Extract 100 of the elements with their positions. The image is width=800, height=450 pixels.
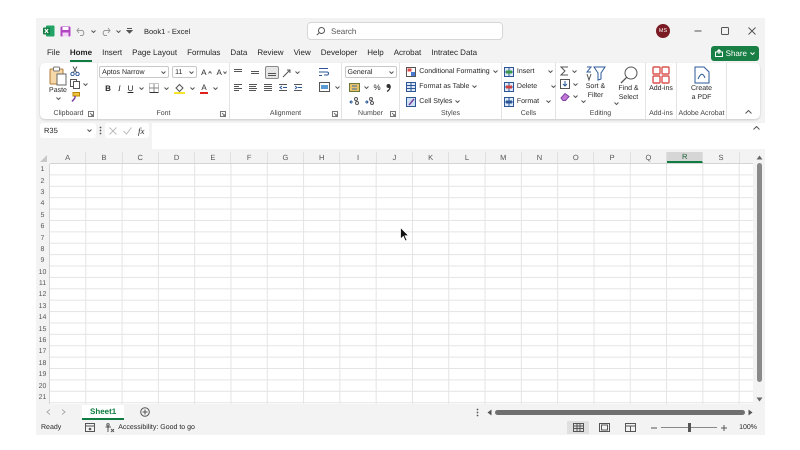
- macro-record-icon[interactable]: [85, 423, 96, 432]
- accessibility-icon[interactable]: [105, 422, 116, 432]
- maximize-icon[interactable]: [720, 27, 728, 35]
- increase-indent-icon[interactable]: [293, 82, 303, 92]
- borders-icon[interactable]: [149, 83, 160, 93]
- add-sheet-icon[interactable]: [140, 407, 150, 417]
- dialog-launcher-icon[interactable]: [220, 111, 226, 117]
- normal-view-icon: [572, 423, 584, 432]
- caret-icon: [295, 71, 300, 74]
- caret-icon: [212, 86, 218, 90]
- scroll-left-icon[interactable]: [487, 408, 492, 416]
- caret-icon: [364, 86, 368, 88]
- ribbon-tab[interactable]: Data: [230, 44, 248, 62]
- save-icon[interactable]: [60, 26, 71, 36]
- decrease-decimal-icon[interactable]: [364, 96, 374, 105]
- vertical-align-button[interactable]: [265, 66, 279, 79]
- more-icon[interactable]: [476, 408, 479, 416]
- redo-icon[interactable]: [101, 26, 111, 36]
- wrap-text-icon[interactable]: [318, 67, 329, 78]
- format-painter-icon[interactable]: [70, 92, 80, 102]
- ribbon-tab[interactable]: File: [47, 44, 60, 62]
- eraser-icon[interactable]: [560, 92, 570, 101]
- search-field[interactable]: Search: [307, 22, 503, 40]
- caret-icon: [472, 85, 478, 88]
- ribbon-tab[interactable]: Insert: [102, 44, 122, 62]
- caret-icon: [164, 86, 170, 90]
- grid-icon: [652, 66, 670, 84]
- search-icon: [316, 26, 325, 36]
- formula-field[interactable]: [152, 123, 765, 149]
- ribbon-tab[interactable]: Review: [257, 44, 284, 62]
- collapse-ribbon-icon[interactable]: [745, 110, 752, 114]
- scissors-icon[interactable]: [70, 66, 80, 76]
- cell-style-icon: [406, 96, 416, 106]
- dialog-launcher-icon[interactable]: [390, 111, 396, 117]
- shrink-font-button[interactable]: A: [216, 66, 228, 78]
- sheet-tab[interactable]: Sheet1: [82, 404, 124, 420]
- ribbon-tab[interactable]: Formulas: [187, 44, 220, 62]
- scrollbar-thumb[interactable]: [756, 163, 762, 382]
- copy-icon[interactable]: [70, 79, 80, 89]
- zoom-slider-thumb[interactable]: [688, 423, 691, 432]
- align-center-icon[interactable]: [248, 82, 258, 92]
- zoom-out-icon[interactable]: [651, 424, 658, 430]
- conditional-format-icon: [406, 66, 416, 76]
- decrease-indent-icon[interactable]: [278, 82, 288, 92]
- document-icon: [694, 66, 710, 84]
- italic-button[interactable]: I: [116, 82, 122, 94]
- grow-font-button[interactable]: A: [200, 66, 212, 78]
- sum-icon[interactable]: [560, 66, 568, 76]
- page-break-view-icon: [624, 423, 636, 432]
- share-button[interactable]: Share: [710, 46, 759, 60]
- accounting-icon[interactable]: [348, 82, 360, 92]
- bold-button[interactable]: B: [104, 82, 112, 94]
- customize-icon[interactable]: [126, 28, 133, 34]
- share-icon: [714, 49, 723, 57]
- caret-icon: [190, 86, 196, 90]
- undo-icon[interactable]: [76, 26, 86, 36]
- clipboard-icon: [49, 66, 67, 86]
- spreadsheet-logo-icon[interactable]: [43, 25, 55, 37]
- caret-icon: [161, 70, 166, 74]
- ribbon-tab[interactable]: Page Layout: [132, 44, 178, 62]
- dialog-launcher-icon[interactable]: [332, 111, 338, 117]
- comma-style-icon[interactable]: [386, 82, 391, 92]
- fill-color-icon[interactable]: [174, 82, 186, 94]
- close-icon[interactable]: [748, 27, 756, 35]
- more-icon[interactable]: [99, 126, 102, 135]
- ribbon-tab[interactable]: Help: [367, 44, 384, 62]
- cell-grid[interactable]: [50, 164, 753, 404]
- fill-down-icon[interactable]: [560, 79, 570, 89]
- align-left-icon[interactable]: [233, 82, 243, 92]
- scroll-down-icon[interactable]: [756, 397, 762, 402]
- orientation-icon[interactable]: [282, 68, 292, 78]
- caret-icon: [189, 70, 194, 74]
- caret-icon: [335, 86, 340, 88]
- merge-cells-icon[interactable]: [319, 82, 330, 92]
- ribbon-tab[interactable]: View: [294, 44, 311, 62]
- zoom-in-icon[interactable]: [721, 424, 728, 430]
- ribbon-tab[interactable]: Developer: [320, 44, 358, 62]
- caret-icon: [116, 30, 121, 32]
- font-color-button[interactable]: A: [200, 82, 208, 94]
- scroll-up-icon[interactable]: [756, 155, 762, 160]
- scrollbar-thumb[interactable]: [495, 410, 745, 414]
- view-button[interactable]: [567, 421, 590, 434]
- caret-icon: [87, 129, 92, 132]
- underline-button[interactable]: U: [126, 82, 134, 94]
- align-right-icon[interactable]: [263, 82, 273, 92]
- dialog-launcher-icon[interactable]: [88, 111, 94, 117]
- delete-grid-icon: [504, 82, 514, 92]
- ribbon-tab[interactable]: Acrobat: [394, 44, 422, 62]
- insert-grid-icon: [504, 66, 514, 76]
- scroll-right-icon[interactable]: [748, 408, 753, 416]
- caret-icon: [572, 70, 576, 72]
- caret-icon: [548, 70, 554, 73]
- search-icon: [620, 66, 638, 84]
- table-format-icon: [406, 82, 416, 92]
- expand-formula-icon[interactable]: [753, 126, 760, 130]
- increase-decimal-icon[interactable]: [348, 96, 360, 105]
- ribbon-tab[interactable]: Intratec Data: [431, 44, 478, 62]
- insert-function-button[interactable]: fx: [138, 126, 144, 136]
- percent-button[interactable]: %: [372, 81, 382, 93]
- page-layout-view-icon: [598, 423, 610, 432]
